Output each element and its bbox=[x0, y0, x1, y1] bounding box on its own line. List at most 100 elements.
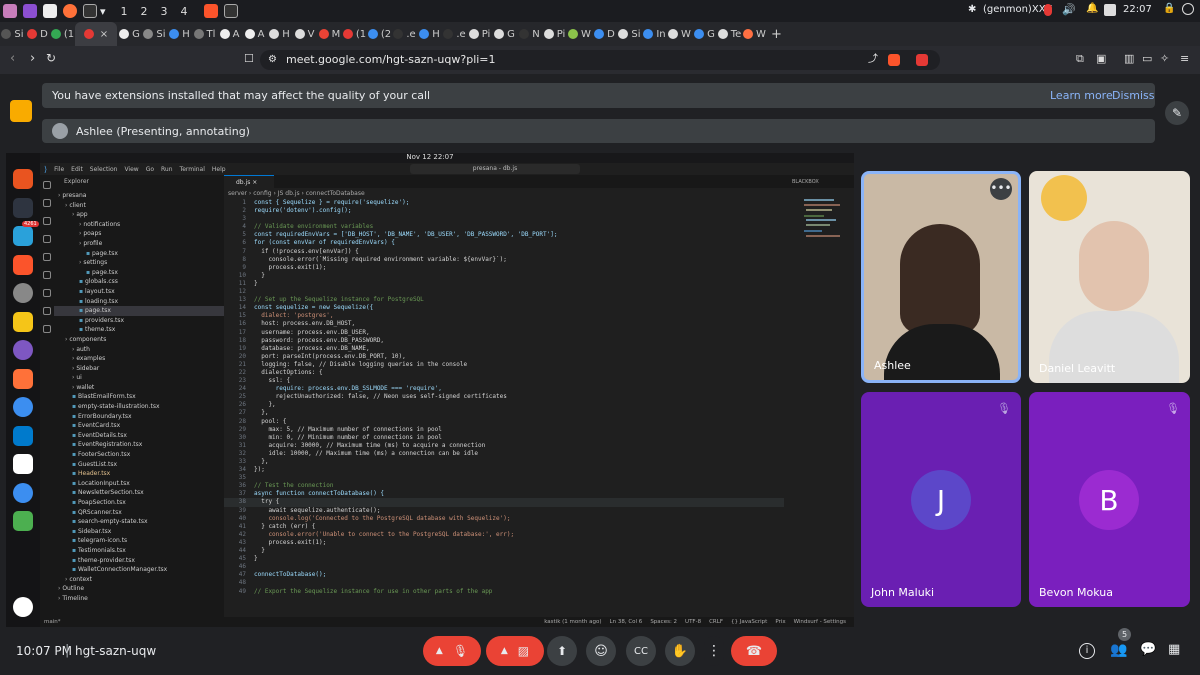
browser-tab[interactable]: Si bbox=[0, 22, 25, 46]
camera-off-icon[interactable]: ▨ bbox=[518, 644, 529, 658]
explorer-item[interactable]: › auth bbox=[54, 345, 224, 355]
explorer-item[interactable]: › app bbox=[54, 210, 224, 220]
participant-tile-daniel[interactable]: Daniel Leavitt bbox=[1029, 171, 1190, 383]
dock-app-icon[interactable] bbox=[13, 311, 33, 332]
chevron-down-icon[interactable]: ▾ bbox=[100, 5, 114, 18]
leo-ai-icon[interactable]: ✧ bbox=[1160, 52, 1169, 65]
explorer-item[interactable]: ▪ QRScanner.tsx bbox=[54, 508, 224, 518]
explorer-item[interactable]: ▪ EventCard.tsx bbox=[54, 421, 224, 431]
activity-bar-icon[interactable] bbox=[43, 199, 51, 207]
dock-app-icon[interactable] bbox=[13, 454, 33, 474]
dock-app-icon[interactable] bbox=[13, 254, 33, 275]
status-item[interactable]: UTF-8 bbox=[685, 619, 701, 625]
explorer-item[interactable]: › Outline bbox=[54, 584, 224, 594]
raise-hand-button[interactable]: ✋ bbox=[665, 636, 695, 666]
explorer-item[interactable]: › components bbox=[54, 335, 224, 345]
browser-tab[interactable]: D bbox=[592, 22, 617, 46]
brave-icon[interactable] bbox=[204, 4, 218, 18]
captions-off-icon[interactable] bbox=[10, 100, 32, 122]
browser-tab[interactable]: Tl bbox=[192, 22, 217, 46]
dock-app-icon[interactable] bbox=[13, 482, 33, 503]
browser-tab[interactable]: Si bbox=[142, 22, 167, 46]
explorer-item[interactable]: › wallet bbox=[54, 383, 224, 393]
status-item[interactable]: Spaces: 2 bbox=[650, 619, 677, 625]
explorer-item[interactable]: ▪ WalletConnectionManager.tsx bbox=[54, 565, 224, 575]
chevron-up-icon[interactable]: ▲ bbox=[436, 646, 443, 656]
learn-more-link[interactable]: Learn more bbox=[1050, 89, 1113, 102]
explorer-item[interactable]: › client bbox=[54, 201, 224, 211]
clock[interactable]: 22:07 bbox=[1123, 4, 1152, 15]
volume-icon[interactable]: 🔊 bbox=[1062, 3, 1076, 16]
status-item[interactable]: CRLF bbox=[709, 619, 723, 625]
explorer-item[interactable]: ▪ providers.tsx bbox=[54, 316, 224, 326]
browser-tab[interactable]: G bbox=[492, 22, 517, 46]
browser-tab[interactable]: H bbox=[267, 22, 292, 46]
site-settings-icon[interactable]: ⚙ bbox=[268, 50, 277, 70]
new-tab-icon[interactable]: + bbox=[771, 27, 782, 42]
tab-db-js[interactable]: db.js × bbox=[224, 175, 274, 188]
command-search[interactable]: presana - db.js bbox=[410, 164, 580, 174]
brave-rewards-icon[interactable] bbox=[916, 54, 928, 66]
explorer-item[interactable]: › settings bbox=[54, 258, 224, 268]
dock-app-icon[interactable] bbox=[13, 283, 33, 303]
activity-bar-icon[interactable] bbox=[43, 325, 51, 333]
microphone-icon[interactable] bbox=[1044, 4, 1052, 16]
more-options-button[interactable]: ⋮ bbox=[704, 636, 724, 666]
clipboard-icon[interactable] bbox=[1104, 4, 1116, 16]
status-item[interactable]: Windsurf - Settings bbox=[794, 619, 846, 625]
blackbox-label[interactable]: BLACKBOX bbox=[792, 179, 819, 185]
explorer-item[interactable]: ▪ loading.tsx bbox=[54, 297, 224, 307]
more-options-icon[interactable]: ••• bbox=[990, 178, 1012, 200]
browser-tab[interactable]: .e bbox=[442, 22, 467, 46]
minimap[interactable] bbox=[804, 199, 844, 259]
activity-bar-icon[interactable] bbox=[43, 217, 51, 225]
camera-control[interactable]: ▲ ▨ bbox=[486, 636, 544, 666]
reload-icon[interactable]: ↻ bbox=[46, 51, 56, 65]
browser-tab[interactable]: A bbox=[242, 22, 267, 46]
terminal-icon[interactable] bbox=[224, 4, 238, 18]
firefox-icon[interactable] bbox=[63, 4, 77, 18]
explorer-item[interactable]: ▪ PoapSection.tsx bbox=[54, 498, 224, 508]
browser-tab[interactable]: Pi bbox=[542, 22, 567, 46]
menu-terminal[interactable]: Terminal bbox=[180, 166, 205, 173]
url-bar[interactable]: ⚙ meet.google.com/hgt-sazn-uqw?pli=1 ⤴ bbox=[260, 50, 940, 70]
dismiss-button[interactable]: Dismiss bbox=[1112, 89, 1155, 102]
explorer-item[interactable]: ▪ GuestList.tsx bbox=[54, 460, 224, 470]
lock-icon[interactable]: 🔒 bbox=[1163, 3, 1175, 14]
extensions-icon[interactable]: ⧉ bbox=[1076, 52, 1084, 66]
browser-tab[interactable]: N bbox=[517, 22, 542, 46]
terminal-icon[interactable] bbox=[83, 4, 97, 18]
browser-tab[interactable]: In bbox=[642, 22, 667, 46]
menu-help[interactable]: Help bbox=[212, 166, 226, 173]
explorer-item[interactable]: ▪ page.tsx bbox=[54, 306, 224, 316]
browser-tab[interactable]: (1 bbox=[342, 22, 367, 46]
explorer-item[interactable]: ▪ globals.css bbox=[54, 277, 224, 287]
annotate-pen-icon[interactable]: ✎ bbox=[1165, 101, 1189, 125]
explorer-item[interactable]: › profile bbox=[54, 239, 224, 249]
workspace-1[interactable]: 1 bbox=[114, 5, 134, 18]
dock-app-icon[interactable] bbox=[13, 197, 33, 218]
explorer-item[interactable]: ▪ LocationInput.tsx bbox=[54, 479, 224, 489]
browser-tab[interactable]: V bbox=[292, 22, 317, 46]
explorer-item[interactable]: › Sidebar bbox=[54, 364, 224, 374]
browser-tab[interactable]: W bbox=[667, 22, 692, 46]
browser-tab[interactable]: (2 bbox=[367, 22, 392, 46]
reactions-button[interactable]: ☺ bbox=[586, 636, 616, 666]
participant-tile-john[interactable]: 🎙 J John Maluki bbox=[861, 392, 1021, 607]
dock-app-icon[interactable] bbox=[13, 425, 33, 446]
explorer-item[interactable]: ▪ BlastEmailForm.tsx bbox=[54, 392, 224, 402]
brave-shields-icon[interactable] bbox=[888, 54, 900, 66]
explorer-item[interactable]: › presana bbox=[54, 191, 224, 201]
workspace-4[interactable]: 4 bbox=[174, 5, 194, 18]
menu-file[interactable]: File bbox=[54, 166, 64, 173]
menu-icon[interactable]: ≡ bbox=[1180, 52, 1189, 65]
status-item[interactable]: {} JavaScript bbox=[731, 619, 767, 625]
dock-app-icon[interactable] bbox=[13, 511, 33, 531]
menu-selection[interactable]: Selection bbox=[90, 166, 118, 173]
browser-tab[interactable]: M bbox=[317, 22, 342, 46]
explorer-item[interactable]: ▪ ErrorBoundary.tsx bbox=[54, 412, 224, 422]
sidebar-icon[interactable]: ▥ bbox=[1124, 52, 1134, 65]
explorer-item[interactable]: ▪ Sidebar.tsx bbox=[54, 527, 224, 537]
mic-control[interactable]: ▲ 🎙 bbox=[423, 636, 481, 666]
browser-tab[interactable]: Si bbox=[617, 22, 642, 46]
